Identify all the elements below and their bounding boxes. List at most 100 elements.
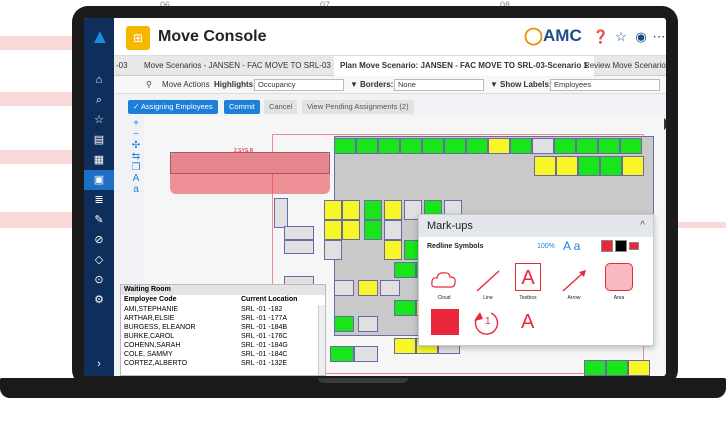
expand-icon[interactable]: › [84, 354, 114, 374]
assigning-employees-button[interactable]: ✓ Assigning Employees [128, 100, 218, 114]
move-icon[interactable]: ▣ [84, 170, 114, 190]
filter-icon[interactable]: ▼ [350, 79, 358, 91]
edit-icon[interactable]: ✎ [84, 210, 114, 230]
more-icon[interactable]: ⋯ [650, 28, 666, 46]
room[interactable] [606, 360, 628, 376]
text-tool-icon[interactable]: A [521, 311, 534, 334]
room[interactable] [354, 346, 378, 362]
pan-icon[interactable]: ✣ [130, 140, 142, 151]
arrow-icon[interactable] [559, 265, 589, 295]
markups-zoom[interactable]: 100% [537, 243, 555, 250]
room[interactable] [358, 316, 378, 332]
room[interactable] [620, 138, 642, 154]
line-icon[interactable] [473, 265, 503, 295]
highlights-select[interactable]: Occupancy [254, 79, 344, 91]
room[interactable] [384, 220, 402, 240]
tab-plan-move-scenario[interactable]: Plan Move Scenario: JANSEN - FAC MOVE TO… [334, 56, 594, 76]
room[interactable] [394, 300, 416, 316]
color-swatch-red[interactable] [601, 240, 613, 252]
select-area-icon[interactable]: ⇆ [130, 151, 142, 162]
room[interactable] [628, 360, 650, 376]
layers-icon[interactable]: ❐ [130, 162, 142, 173]
room[interactable] [342, 220, 360, 240]
location-icon[interactable]: ⊙ [84, 270, 114, 290]
tab-previous[interactable]: -03 [116, 56, 128, 76]
room[interactable] [600, 156, 622, 176]
room[interactable] [488, 138, 510, 154]
table-row[interactable]: CORTEZ,ALBERTO SRL -01 -132E [121, 359, 325, 368]
room[interactable] [334, 316, 354, 332]
text-large-icon[interactable]: A [130, 173, 142, 184]
room[interactable] [334, 138, 356, 154]
room[interactable] [576, 138, 598, 154]
room[interactable] [358, 280, 378, 296]
tab-review-move-scenario[interactable]: Review Move Scenario [584, 56, 666, 76]
tab-move-scenarios[interactable]: Move Scenarios - JANSEN - FAC MOVE TO SR… [144, 56, 331, 76]
text-small-icon[interactable]: a [130, 184, 142, 195]
room[interactable] [342, 200, 360, 220]
room[interactable] [578, 156, 600, 176]
room[interactable] [422, 138, 444, 154]
favorites-icon[interactable]: ☆ [612, 28, 630, 46]
settings-icon[interactable]: ⚙ [84, 290, 114, 310]
room[interactable] [622, 156, 644, 176]
room[interactable] [274, 198, 288, 228]
help-icon[interactable]: ❓ [592, 28, 610, 46]
move-actions-button[interactable]: Move Actions [162, 79, 210, 91]
redline-area[interactable] [170, 152, 330, 194]
filled-rect-icon[interactable] [431, 309, 459, 335]
user-avatar-icon[interactable]: ◉ [632, 28, 650, 46]
room[interactable] [378, 138, 400, 154]
transfer-icon[interactable]: ◇ [84, 250, 114, 270]
room[interactable] [324, 240, 342, 260]
table-row[interactable]: BURKE,CAROL SRL -01 -176C [121, 332, 325, 341]
commit-button[interactable]: Commit [224, 100, 260, 114]
home-icon[interactable]: ⌂ [84, 70, 114, 90]
room[interactable] [532, 138, 554, 154]
filter-icon[interactable]: ▼ [490, 79, 498, 91]
room[interactable] [330, 346, 354, 362]
lock-icon[interactable]: ⚲ [146, 79, 152, 91]
room[interactable] [510, 138, 532, 154]
room[interactable] [364, 220, 382, 240]
room[interactable] [394, 338, 416, 354]
room[interactable] [324, 220, 342, 240]
borders-select[interactable]: None [394, 79, 484, 91]
table-row[interactable]: COLE, SAMMY SRL -01 -184C [121, 350, 325, 359]
area-icon[interactable] [605, 263, 633, 291]
room[interactable] [584, 360, 606, 376]
room[interactable] [598, 138, 620, 154]
room[interactable] [284, 226, 314, 240]
color-swatch-black[interactable] [615, 240, 627, 252]
room[interactable] [554, 138, 576, 154]
room[interactable] [384, 240, 402, 260]
room[interactable] [334, 280, 354, 296]
zoom-out-icon[interactable]: − [130, 129, 142, 140]
zoom-in-icon[interactable]: + [130, 118, 142, 129]
room[interactable] [400, 138, 422, 154]
room[interactable] [444, 138, 466, 154]
cancel-button[interactable]: Cancel [264, 100, 298, 114]
compass-icon[interactable]: ⊘ [84, 230, 114, 250]
table-row[interactable]: ARTHAR,ELSIE SRL -01 -177A [121, 314, 325, 323]
room[interactable] [394, 262, 416, 278]
collapse-icon[interactable]: ^ [640, 215, 645, 237]
room[interactable] [384, 200, 402, 220]
search-icon[interactable]: ⌕ [84, 90, 114, 110]
room[interactable] [364, 200, 382, 220]
room[interactable] [324, 200, 342, 220]
font-size-toggle[interactable]: A a [563, 239, 580, 253]
textbox-icon[interactable]: A [515, 263, 541, 291]
table-row[interactable]: COHENN,SARAH SRL -01 -184G [121, 341, 325, 350]
table-row[interactable]: BURGESS, ELEANOR SRL -01 -184B [121, 323, 325, 332]
room[interactable] [556, 156, 578, 176]
room[interactable] [534, 156, 556, 176]
cloud-icon[interactable] [429, 265, 459, 295]
table-row[interactable]: AMI,STEPHANIE SRL -01 -182 [121, 305, 325, 314]
color-swatch-red-small[interactable] [629, 242, 639, 250]
building-icon[interactable]: ▤ [84, 130, 114, 150]
floorplan-icon[interactable]: ▦ [84, 150, 114, 170]
list-icon[interactable]: ≣ [84, 190, 114, 210]
show-labels-select[interactable]: Employees [550, 79, 660, 91]
room[interactable] [284, 240, 314, 254]
